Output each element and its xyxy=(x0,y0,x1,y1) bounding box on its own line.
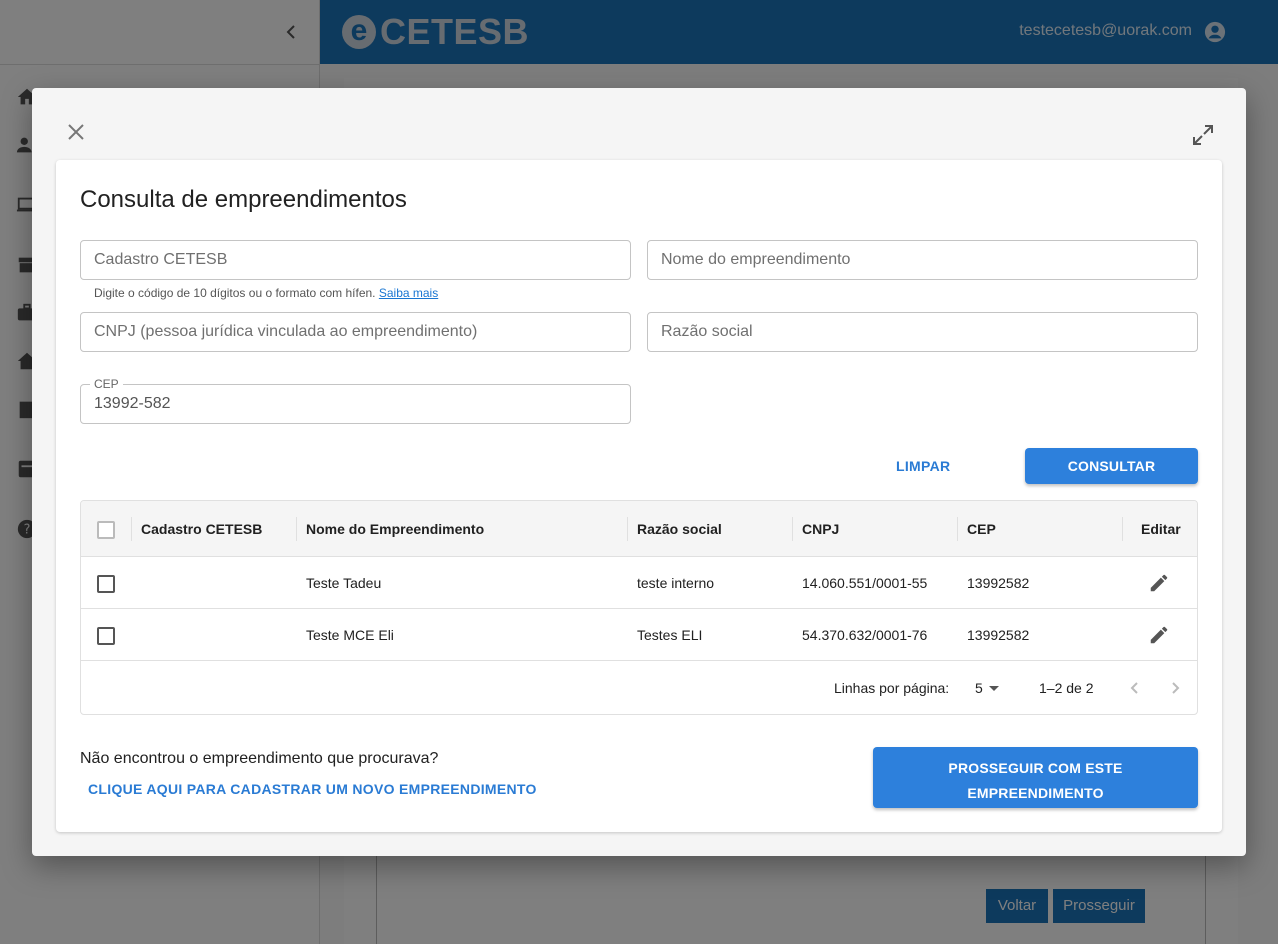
razao-social-input[interactable] xyxy=(648,313,1197,351)
cell-cep: 13992582 xyxy=(967,575,1030,591)
previous-page-icon[interactable] xyxy=(1125,678,1145,698)
next-page-icon[interactable] xyxy=(1165,678,1185,698)
cell-nome: Teste MCE Eli xyxy=(306,627,394,643)
expand-icon[interactable] xyxy=(1192,124,1214,146)
cnpj-field[interactable] xyxy=(80,312,631,352)
cell-cnpj: 14.060.551/0001-55 xyxy=(802,575,928,591)
not-found-text: Não encontrou o empreendimento que procu… xyxy=(80,750,439,767)
results-table: Cadastro CETESB Nome do Empreendimento R… xyxy=(80,500,1198,715)
header-cadastro[interactable]: Cadastro CETESB xyxy=(141,501,262,557)
cadastro-cetesb-field[interactable] xyxy=(80,240,631,280)
prosseguir-line2: EMPREENDIMENTO xyxy=(967,785,1104,801)
edit-icon[interactable] xyxy=(1148,572,1170,594)
row-checkbox[interactable] xyxy=(97,575,115,593)
header-nome[interactable]: Nome do Empreendimento xyxy=(306,501,484,557)
column-divider xyxy=(296,517,297,541)
select-all-checkbox[interactable] xyxy=(97,521,115,539)
cadastrar-link[interactable]: CLIQUE AQUI PARA CADASTRAR UM NOVO EMPRE… xyxy=(88,781,537,797)
limpar-button[interactable]: LIMPAR xyxy=(896,458,950,474)
cell-nome: Teste Tadeu xyxy=(306,575,382,591)
header-razao[interactable]: Razão social xyxy=(637,501,722,557)
consulta-dialog: Consulta de empreendimentos Digite o cód… xyxy=(32,88,1246,856)
cadastro-helper: Digite o código de 10 dígitos ou o forma… xyxy=(94,286,438,300)
edit-icon[interactable] xyxy=(1148,624,1170,646)
cep-field[interactable]: CEP xyxy=(80,377,631,424)
razao-social-field[interactable] xyxy=(647,312,1198,352)
header-cnpj[interactable]: CNPJ xyxy=(802,501,839,557)
cep-label: CEP xyxy=(90,377,123,391)
column-divider xyxy=(792,517,793,541)
prosseguir-line1: PROSSEGUIR COM ESTE xyxy=(948,760,1123,776)
table-pagination: Linhas por página: 5 1–2 de 2 xyxy=(81,661,1197,714)
row-checkbox[interactable] xyxy=(97,627,115,645)
table-row[interactable]: Teste MCE Eli Testes ELI 54.370.632/0001… xyxy=(81,609,1197,661)
cnpj-input[interactable] xyxy=(81,313,630,351)
cell-razao: teste interno xyxy=(637,575,715,591)
rows-per-page-label: Linhas por página: xyxy=(834,680,950,696)
cell-cnpj: 54.370.632/0001-76 xyxy=(802,627,928,643)
pagination-range: 1–2 de 2 xyxy=(1039,680,1094,696)
saiba-mais-link[interactable]: Saiba mais xyxy=(379,286,438,300)
column-divider xyxy=(131,517,132,541)
search-card: Consulta de empreendimentos Digite o cód… xyxy=(56,160,1222,832)
nome-empreendimento-input[interactable] xyxy=(648,241,1197,279)
cep-input[interactable] xyxy=(81,385,630,423)
close-icon[interactable] xyxy=(66,122,86,142)
rows-per-page-select[interactable]: 5 xyxy=(975,661,983,714)
header-cep[interactable]: CEP xyxy=(967,501,996,557)
dialog-title: Consulta de empreendimentos xyxy=(80,186,407,213)
cell-razao: Testes ELI xyxy=(637,627,703,643)
table-row[interactable]: Teste Tadeu teste interno 14.060.551/000… xyxy=(81,557,1197,609)
helper-text: Digite o código de 10 dígitos ou o forma… xyxy=(94,286,376,300)
chevron-down-icon[interactable] xyxy=(987,681,1001,695)
nome-empreendimento-field[interactable] xyxy=(647,240,1198,280)
column-divider xyxy=(957,517,958,541)
header-editar: Editar xyxy=(1141,521,1181,537)
cell-cep: 13992582 xyxy=(967,627,1030,643)
consultar-button[interactable]: CONSULTAR xyxy=(1025,448,1198,484)
column-divider xyxy=(1122,517,1123,541)
cadastro-cetesb-input[interactable] xyxy=(81,241,630,279)
prosseguir-empreendimento-button[interactable]: PROSSEGUIR COM ESTE EMPREENDIMENTO xyxy=(873,747,1198,808)
column-divider xyxy=(627,517,628,541)
table-header: Cadastro CETESB Nome do Empreendimento R… xyxy=(81,501,1197,557)
